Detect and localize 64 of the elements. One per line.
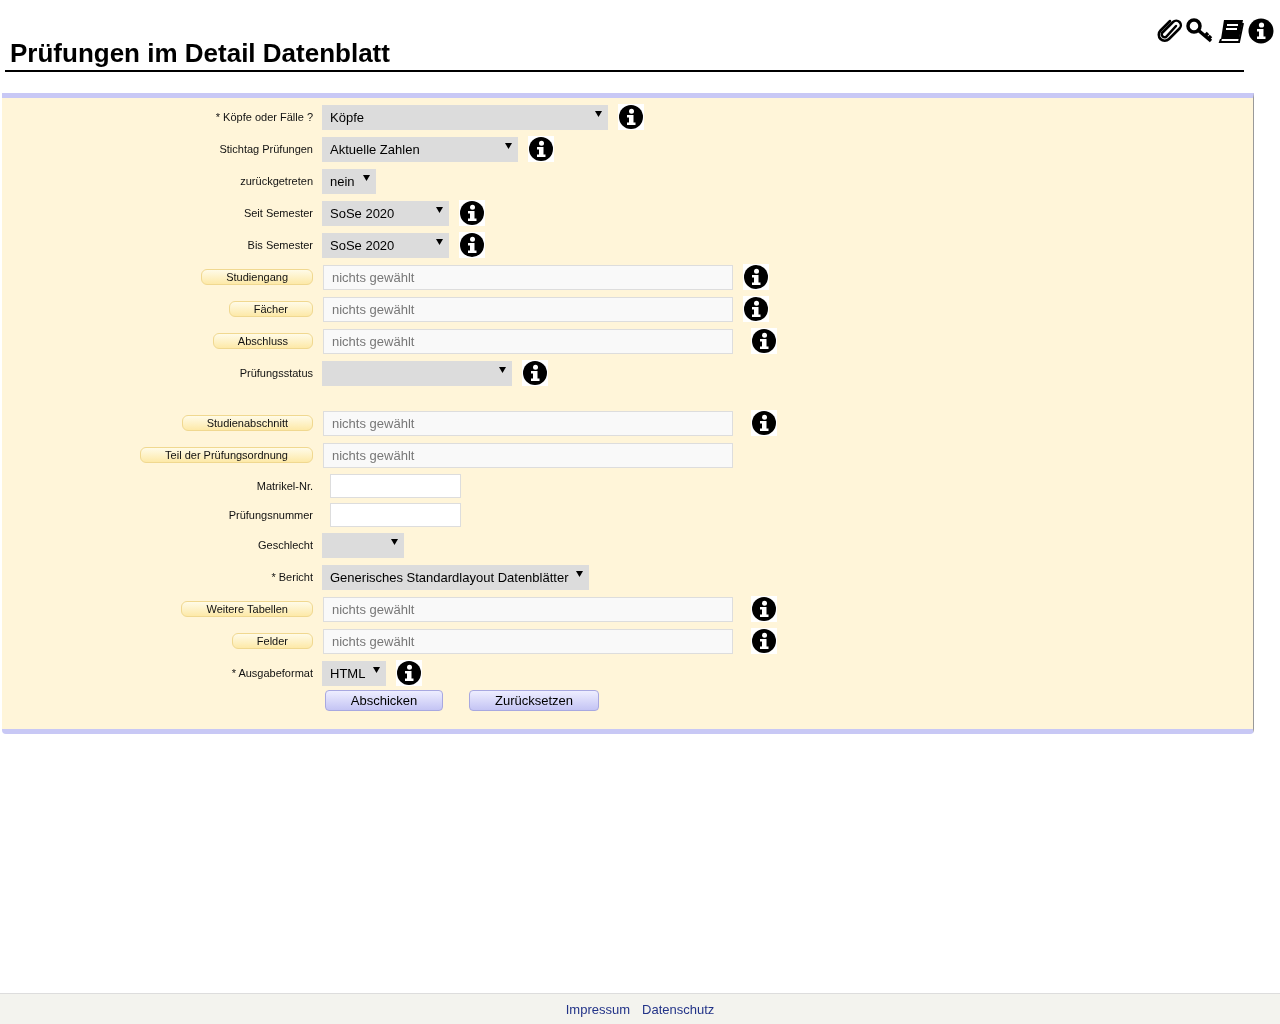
info-icon[interactable] <box>1248 18 1274 44</box>
paperclip-icon[interactable] <box>1157 18 1183 44</box>
input-field[interactable] <box>330 473 461 498</box>
footer-link[interactable]: Datenschutz <box>642 1001 715 1017</box>
key-icon[interactable] <box>1186 18 1214 44</box>
input-field[interactable]: nichts gewählt <box>323 628 733 654</box>
info-icon[interactable] <box>751 410 777 436</box>
dropdown[interactable]: SoSe 2020 <box>322 200 449 226</box>
dropdown[interactable]: Köpfe <box>322 104 608 130</box>
input-field[interactable] <box>330 502 461 527</box>
field-label: * Ausgabeformat <box>231 667 313 679</box>
dropdown[interactable]: SoSe 2020 <box>322 232 449 258</box>
info-icon[interactable] <box>743 296 769 322</box>
form-button[interactable]: Zurücksetzen <box>469 690 599 711</box>
picker-button[interactable]: Weitere Tabellen <box>181 601 313 617</box>
input-field[interactable]: nichts gewählt <box>323 596 733 622</box>
dropdown[interactable]: Generisches Standardlayout Datenblätter <box>322 564 590 590</box>
field-label: Seit Semester <box>243 207 313 219</box>
info-icon[interactable] <box>396 660 423 686</box>
info-icon[interactable] <box>459 200 485 226</box>
page-title: Prüfungen im Detail Datenblatt <box>5 38 1244 72</box>
picker-button[interactable]: Studienabschnitt <box>181 415 313 431</box>
caret-icon <box>436 239 443 245</box>
field-label: Prüfungsstatus <box>239 367 313 379</box>
footer-link[interactable]: Impressum <box>565 1001 630 1017</box>
field-label: * Köpfe oder Fälle ? <box>215 111 313 123</box>
caret-icon <box>391 539 398 545</box>
field-label: Stichtag Prüfungen <box>219 143 313 155</box>
input-field[interactable]: nichts gewählt <box>323 410 733 436</box>
input-field[interactable]: nichts gewählt <box>323 328 733 354</box>
field-label: Bis Semester <box>247 239 313 251</box>
caret-icon <box>373 667 381 673</box>
field-label: * Bericht <box>271 571 313 583</box>
picker-button[interactable]: Teil der Prüfungsordnung <box>140 447 313 463</box>
picker-button[interactable]: Studiengang <box>201 269 313 285</box>
dropdown[interactable]: Aktuelle Zahlen <box>322 136 518 162</box>
caret-icon <box>505 143 512 149</box>
info-icon[interactable] <box>528 136 554 162</box>
input-field[interactable]: nichts gewählt <box>323 264 733 290</box>
form-button[interactable]: Abschicken <box>325 690 443 711</box>
field-label: Matrikel-Nr. <box>256 479 313 492</box>
info-icon[interactable] <box>751 328 777 354</box>
info-icon[interactable] <box>459 232 485 258</box>
info-icon[interactable] <box>522 360 548 386</box>
info-icon[interactable] <box>751 596 777 622</box>
dropdown[interactable]: HTML <box>322 660 387 686</box>
info-icon[interactable] <box>751 628 777 654</box>
caret-icon <box>362 175 370 181</box>
caret-icon <box>595 111 602 117</box>
picker-button[interactable]: Fächer <box>228 301 313 317</box>
info-icon[interactable] <box>743 264 769 290</box>
caret-icon <box>576 571 584 577</box>
input-field[interactable]: nichts gewählt <box>323 442 733 468</box>
input-field[interactable]: nichts gewählt <box>323 296 733 322</box>
dropdown[interactable]: nein <box>322 168 376 194</box>
picker-button[interactable]: Felder <box>231 633 313 649</box>
info-icon[interactable] <box>618 104 644 130</box>
picker-button[interactable]: Abschluss <box>212 333 313 349</box>
field-label: zurückgetreten <box>240 175 313 187</box>
book-icon[interactable] <box>1217 18 1245 44</box>
field-label: Geschlecht <box>257 539 313 551</box>
caret-icon <box>436 207 443 213</box>
field-label: Prüfungsnummer <box>228 508 313 521</box>
caret-icon <box>499 367 506 373</box>
